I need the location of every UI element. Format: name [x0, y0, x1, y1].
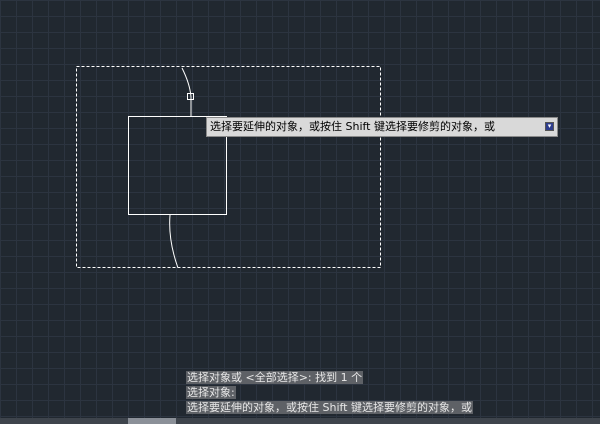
command-tooltip: 选择要延伸的对象，或按住 Shift 键选择要修剪的对象，或 ▾ [206, 117, 558, 137]
scroll-thumb[interactable] [128, 418, 176, 424]
command-history-line-1: 选择对象或 <全部选择>: 找到 1 个 [186, 371, 364, 384]
tooltip-text: 选择要延伸的对象，或按住 Shift 键选择要修剪的对象，或 [210, 120, 495, 133]
arc-line-bottom[interactable] [169, 214, 179, 269]
drawing-canvas[interactable] [0, 0, 600, 424]
bottom-scrollbar[interactable] [0, 418, 600, 424]
selection-window [76, 66, 381, 268]
command-prompt-line: 选择要延伸的对象，或按住 Shift 键选择要修剪的对象，或 [186, 401, 473, 414]
dropdown-arrow-icon[interactable]: ▾ [545, 122, 554, 131]
command-history-line-2: 选择对象: [186, 386, 236, 399]
arc-line-top[interactable] [181, 67, 192, 116]
